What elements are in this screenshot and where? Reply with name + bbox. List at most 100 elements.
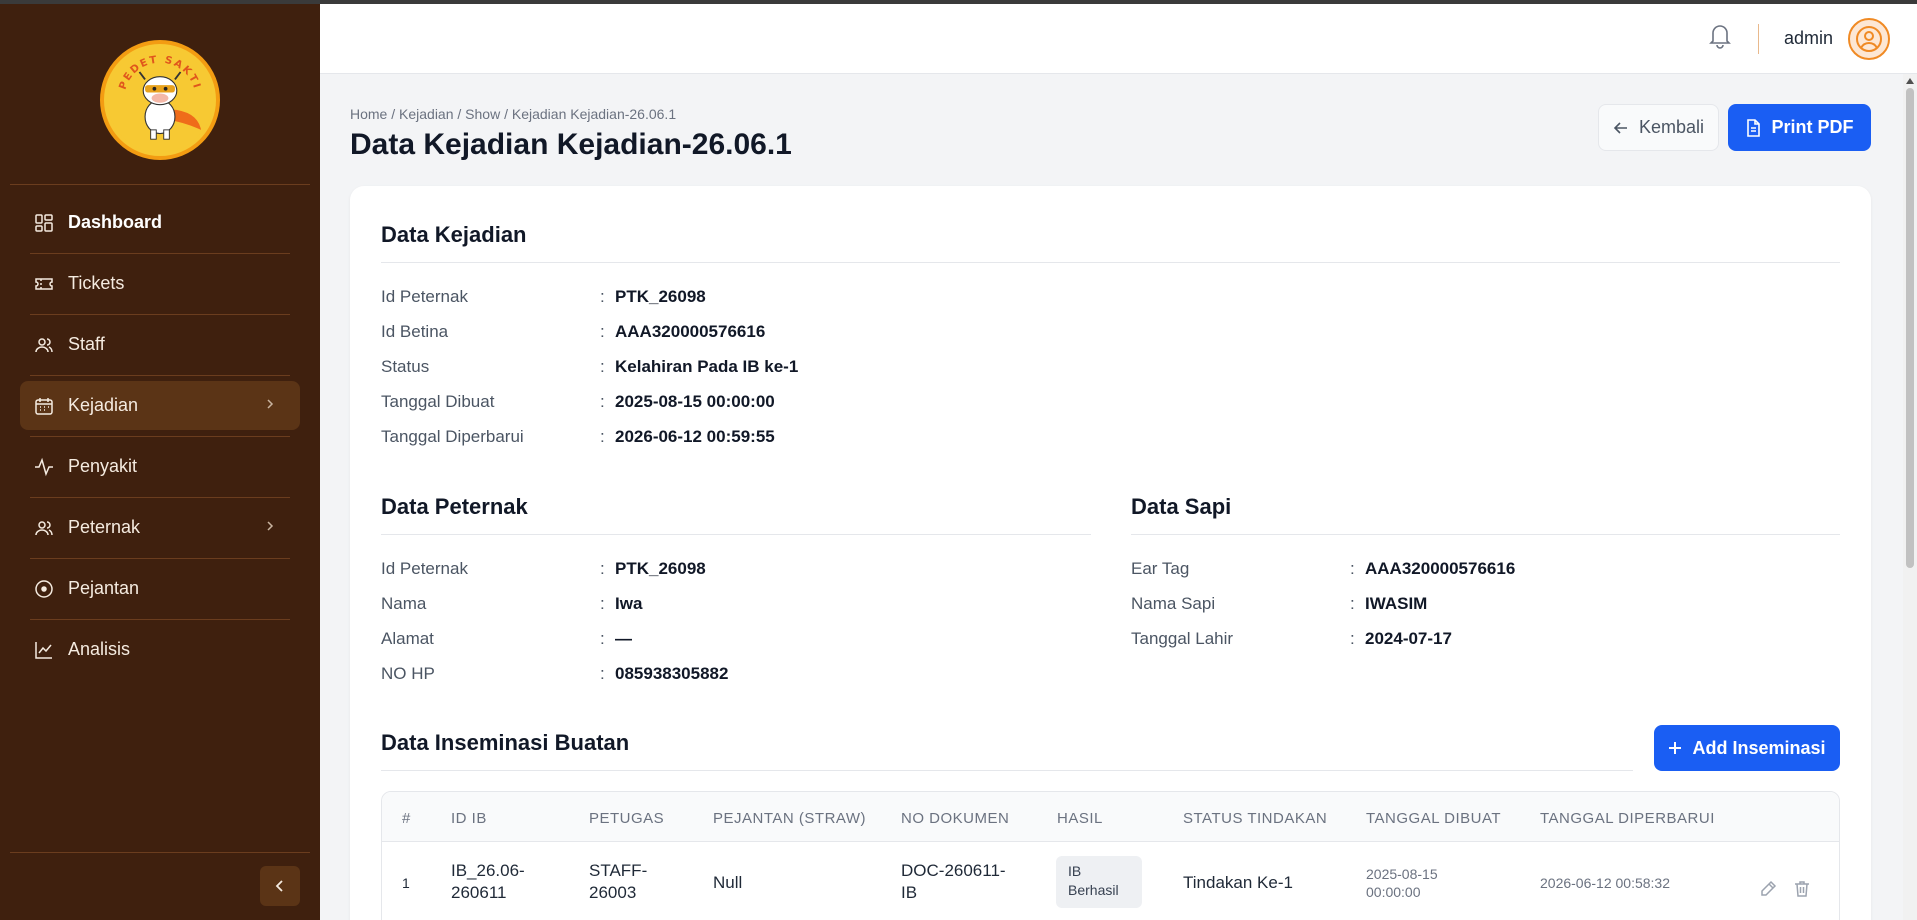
header-divider (1758, 24, 1759, 54)
field-label: Id Betina (381, 322, 449, 341)
cell-petugas: STAFF- 26003 (589, 861, 648, 902)
field-colon: : (1350, 629, 1355, 648)
column-header[interactable]: PETUGAS (589, 810, 664, 827)
arrow-left-icon (1613, 121, 1627, 134)
status-badge: IB Berhasil (1056, 856, 1142, 908)
print-pdf-button[interactable]: Print PDF (1728, 104, 1871, 151)
field-label: Tanggal Lahir (1131, 629, 1234, 648)
sidebar-item-penyakit[interactable]: Penyakit (20, 442, 300, 498)
avatar[interactable] (1848, 18, 1890, 60)
sidebar-item-analisis[interactable]: Analisis (20, 625, 300, 674)
field-colon: : (600, 629, 605, 648)
field-label: Tanggal Diperbarui (381, 427, 524, 446)
sidebar-item-pejantan[interactable]: Pejantan (20, 564, 300, 620)
field-value: Kelahiran Pada IB ke-1 (615, 357, 799, 376)
field-value: IWASIM (1365, 594, 1428, 613)
document-icon (1747, 118, 1761, 137)
column-header[interactable]: # (402, 810, 411, 827)
column-header[interactable]: ID IB (451, 810, 487, 827)
column-header[interactable]: PEJANTAN (STRAW) (713, 810, 866, 827)
top-header: admin (320, 4, 1917, 74)
sidebar-collapse-button[interactable] (260, 866, 300, 906)
back-button[interactable]: Kembali (1598, 104, 1719, 151)
field-value: 2025-08-15 00:00:00 (615, 392, 775, 411)
sidebar-divider (10, 184, 310, 185)
sidebar-divider (10, 852, 310, 853)
section-title-kejadian: Data Kejadian (381, 222, 527, 247)
sidebar-item-label: Peternak (68, 517, 141, 537)
sidebar-item-tickets[interactable]: Tickets (20, 259, 300, 315)
back-button-label: Kembali (1638, 117, 1705, 137)
field-colon: : (600, 594, 605, 613)
sidebar-item-label: Pejantan (68, 578, 140, 598)
field-value: 2026-06-12 00:59:55 (615, 427, 775, 446)
field-colon: : (1350, 559, 1355, 578)
circle-dot-icon (34, 579, 54, 599)
edit-icon[interactable] (1759, 880, 1777, 898)
breadcrumb[interactable]: Home / Kejadian / Show / Kejadian Kejadi… (350, 106, 676, 122)
app-logo[interactable]: PEDET SAKTI (100, 40, 220, 160)
page-scrollbar[interactable] (1903, 74, 1917, 920)
table-header: # ID IB PETUGAS PEJANTAN (STRAW) NO DOKU… (382, 792, 1839, 842)
cell-status-tindakan: Tindakan Ke-1 (1183, 873, 1293, 892)
add-inseminasi-button[interactable]: Add Inseminasi (1654, 725, 1840, 771)
cell-no: 1 (402, 875, 410, 891)
section-divider (381, 534, 1091, 535)
inseminasi-table: # ID IB PETUGAS PEJANTAN (STRAW) NO DOKU… (381, 791, 1840, 920)
field-value: PTK_26098 (615, 559, 706, 578)
column-header[interactable]: NO DOKUMEN (901, 810, 1009, 827)
column-header[interactable]: TANGGAL DIBUAT (1366, 810, 1501, 827)
field-colon: : (600, 664, 605, 683)
sidebar-item-staff[interactable]: Staff (20, 320, 300, 376)
bell-icon[interactable] (1708, 22, 1732, 50)
field-label: NO HP (381, 664, 435, 683)
section-divider (381, 770, 1633, 771)
field-value: 085938305882 (615, 664, 729, 683)
sidebar-item-label: Penyakit (68, 456, 138, 476)
section-title-inseminasi: Data Inseminasi Buatan (381, 730, 630, 755)
column-header[interactable]: HASIL (1057, 810, 1103, 827)
field-value: 2024-07-17 (1365, 629, 1452, 648)
cell-tanggal-dibuat: 2025-08-15 00:00:00 (1366, 866, 1438, 900)
chevron-right-icon (267, 399, 274, 409)
column-header[interactable]: STATUS TINDAKAN (1183, 810, 1327, 827)
sidebar: PEDET SAKTI Dashboard Tickets Staff Keja… (0, 4, 320, 920)
dashboard-icon (34, 213, 54, 233)
section-title-sapi: Data Sapi (1131, 494, 1232, 519)
field-value: PTK_26098 (615, 287, 706, 306)
line-chart-icon (34, 640, 54, 660)
field-value: AAA320000576616 (1365, 559, 1516, 578)
plus-icon (1669, 742, 1682, 754)
users-icon (34, 335, 54, 355)
field-label: Tanggal Dibuat (381, 392, 495, 411)
field-label: Id Peternak (381, 559, 468, 578)
activity-icon (34, 457, 54, 477)
section-divider (381, 262, 1840, 263)
field-colon: : (600, 287, 605, 306)
section-title-peternak: Data Peternak (381, 494, 528, 519)
cell-tanggal-diperbarui: 2026-06-12 00:58:32 (1540, 875, 1670, 891)
calendar-icon (34, 396, 54, 416)
column-header[interactable]: TANGGAL DIPERBARUI (1540, 810, 1715, 827)
scroll-up-icon[interactable] (1906, 78, 1914, 84)
cell-no-dokumen: DOC-260611- IB (901, 861, 1006, 902)
sidebar-item-label: Kejadian (68, 395, 139, 415)
field-colon: : (600, 427, 605, 446)
sidebar-item-kejadian[interactable]: Kejadian (20, 381, 300, 437)
sidebar-item-dashboard[interactable]: Dashboard (20, 198, 300, 254)
sidebar-nav: Dashboard Tickets Staff Kejadian Penyaki… (20, 198, 300, 686)
cow-mascot-icon: PEDET SAKTI (107, 47, 213, 153)
sidebar-item-peternak[interactable]: Peternak (20, 503, 300, 559)
cell-id-ib: IB_26.06- 260611 (451, 861, 525, 902)
user-name[interactable]: admin (1784, 28, 1833, 49)
field-value: Iwa (615, 594, 643, 613)
field-value: AAA320000576616 (615, 322, 766, 341)
field-colon: : (600, 392, 605, 411)
field-label: Id Peternak (381, 287, 468, 306)
sidebar-item-label: Tickets (68, 273, 125, 293)
field-colon: : (600, 322, 605, 341)
cell-pejantan: Null (713, 873, 743, 892)
scrollbar-thumb[interactable] (1906, 88, 1914, 568)
ticket-icon (34, 274, 54, 294)
trash-icon[interactable] (1793, 880, 1811, 898)
